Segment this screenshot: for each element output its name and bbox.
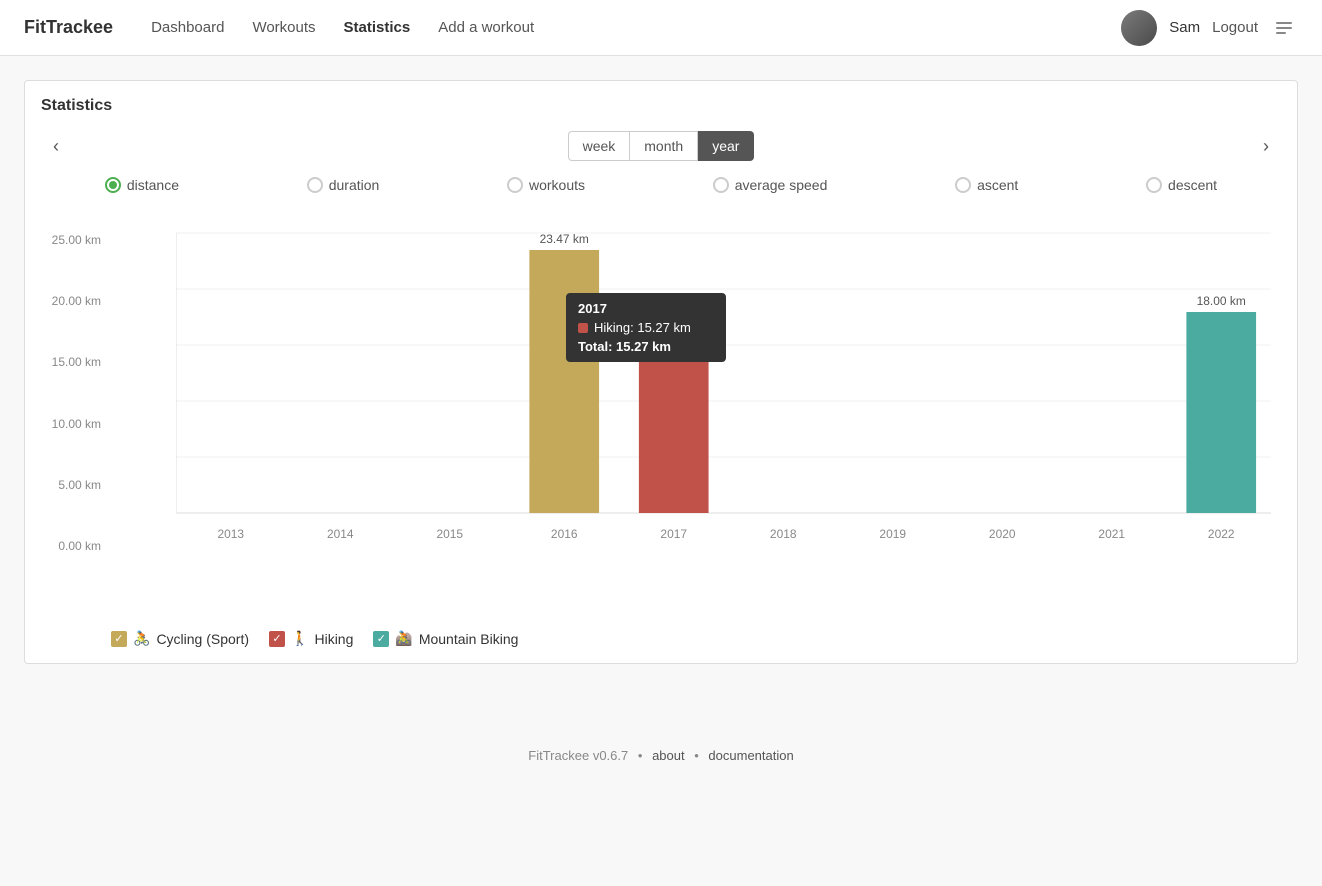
legend-mountain-biking[interactable]: ✓ 🚵 Mountain Biking: [373, 630, 518, 647]
svg-text:2020: 2020: [989, 527, 1016, 541]
svg-text:2022: 2022: [1208, 527, 1235, 541]
stat-distance-label: distance: [127, 177, 179, 193]
stat-ascent[interactable]: ascent: [955, 177, 1018, 193]
y-label-10: 10.00 km: [41, 417, 101, 431]
stat-workouts-label: workouts: [529, 177, 585, 193]
stat-average-speed-label: average speed: [735, 177, 828, 193]
y-label-15: 15.00 km: [41, 355, 101, 369]
svg-text:18.00 km: 18.00 km: [1197, 294, 1246, 308]
checkmark-hiking: ✓: [272, 632, 281, 645]
footer-about[interactable]: about: [652, 748, 685, 763]
stat-duration[interactable]: duration: [307, 177, 380, 193]
statistics-card: Statistics ‹ week month year › distance …: [24, 80, 1298, 664]
month-button[interactable]: month: [629, 131, 698, 161]
radio-average-speed: [713, 177, 729, 193]
brand-logo: FitTrackee: [24, 17, 113, 38]
legend-cycling-label: Cycling (Sport): [156, 631, 249, 647]
stat-type-row: distance duration workouts average speed…: [41, 177, 1281, 193]
stat-ascent-label: ascent: [977, 177, 1018, 193]
legend-hiking[interactable]: ✓ 🚶 Hiking: [269, 630, 353, 647]
chart-container: 23.47 km 15.27 km 18.00 km 2013 2014 201…: [176, 213, 1271, 588]
footer-documentation[interactable]: documentation: [708, 748, 793, 763]
radio-inner-distance: [109, 181, 117, 189]
footer-dot-2: •: [694, 748, 699, 763]
chart-tooltip: 2017 Hiking: 15.27 km Total: 15.27 km: [566, 293, 726, 362]
next-arrow[interactable]: ›: [1251, 132, 1281, 161]
stat-descent[interactable]: descent: [1146, 177, 1217, 193]
footer-version: v0.6.7: [593, 748, 628, 763]
chart-area: 0.00 km 5.00 km 10.00 km 15.00 km 20.00 …: [41, 213, 1281, 618]
legend-hiking-label: Hiking: [314, 631, 353, 647]
y-label-25: 25.00 km: [41, 233, 101, 247]
navbar: FitTrackee Dashboard Workouts Statistics…: [0, 0, 1322, 56]
nav-dashboard[interactable]: Dashboard: [137, 0, 238, 56]
footer-brand: FitTrackee: [528, 748, 589, 763]
svg-text:2016: 2016: [551, 527, 578, 541]
main-content: Statistics ‹ week month year › distance …: [0, 56, 1322, 688]
legend: ✓ 🚴 Cycling (Sport) ✓ 🚶 Hiking ✓ 🚵 Mount…: [41, 630, 1281, 647]
y-label-20: 20.00 km: [41, 294, 101, 308]
bar-2016[interactable]: [529, 250, 599, 513]
chart-svg: 23.47 km 15.27 km 18.00 km 2013 2014 201…: [176, 213, 1271, 583]
year-button[interactable]: year: [698, 131, 754, 161]
tooltip-total: Total: 15.27 km: [578, 339, 714, 354]
y-axis: 0.00 km 5.00 km 10.00 km 15.00 km 20.00 …: [41, 213, 106, 553]
avatar: [1121, 10, 1157, 46]
time-filter-row: ‹ week month year ›: [41, 131, 1281, 161]
legend-mountain-biking-emoji: 🚵: [395, 630, 412, 647]
tooltip-year: 2017: [578, 301, 714, 316]
bar-2022[interactable]: [1186, 312, 1256, 513]
nav-right: Sam Logout: [1121, 10, 1298, 46]
tooltip-sport-row: Hiking: 15.27 km: [578, 320, 714, 335]
week-button[interactable]: week: [568, 131, 630, 161]
stat-average-speed[interactable]: average speed: [713, 177, 828, 193]
card-title: Statistics: [41, 97, 1281, 115]
svg-text:2019: 2019: [879, 527, 906, 541]
y-label-0: 0.00 km: [41, 539, 101, 553]
legend-mountain-biking-label: Mountain Biking: [419, 631, 519, 647]
stat-descent-label: descent: [1168, 177, 1217, 193]
svg-text:2018: 2018: [770, 527, 797, 541]
nav-workouts[interactable]: Workouts: [238, 0, 329, 56]
tooltip-swatch: [578, 323, 588, 333]
logout-button[interactable]: Logout: [1212, 19, 1258, 36]
radio-workouts: [507, 177, 523, 193]
legend-hiking-emoji: 🚶: [291, 630, 308, 647]
svg-text:2017: 2017: [660, 527, 687, 541]
avatar-image: [1121, 10, 1157, 46]
bar-2017[interactable]: [639, 342, 709, 513]
legend-check-cycling: ✓: [111, 631, 127, 647]
legend-check-mountain-biking: ✓: [373, 631, 389, 647]
stat-duration-label: duration: [329, 177, 380, 193]
footer-dot-1: •: [638, 748, 643, 763]
y-label-5: 5.00 km: [41, 478, 101, 492]
stat-distance[interactable]: distance: [105, 177, 179, 193]
svg-text:2014: 2014: [327, 527, 354, 541]
nav-extra-icon: [1270, 14, 1298, 42]
legend-cycling[interactable]: ✓ 🚴 Cycling (Sport): [111, 630, 249, 647]
stat-workouts[interactable]: workouts: [507, 177, 585, 193]
radio-ascent: [955, 177, 971, 193]
radio-duration: [307, 177, 323, 193]
checkmark-cycling: ✓: [114, 632, 123, 645]
prev-arrow[interactable]: ‹: [41, 132, 71, 161]
tooltip-sport: Hiking: 15.27 km: [594, 320, 691, 335]
nav-add-workout[interactable]: Add a workout: [424, 0, 548, 56]
svg-text:2021: 2021: [1098, 527, 1125, 541]
legend-check-hiking: ✓: [269, 631, 285, 647]
svg-text:2015: 2015: [436, 527, 463, 541]
footer: FitTrackee v0.6.7 • about • documentatio…: [0, 728, 1322, 783]
radio-distance: [105, 177, 121, 193]
svg-text:23.47 km: 23.47 km: [540, 232, 589, 246]
time-buttons: week month year: [568, 131, 755, 161]
nav-statistics[interactable]: Statistics: [330, 0, 425, 56]
nav-links: Dashboard Workouts Statistics Add a work…: [137, 0, 1121, 56]
checkmark-mountain-biking: ✓: [377, 632, 386, 645]
legend-cycling-emoji: 🚴: [133, 630, 150, 647]
svg-text:2013: 2013: [217, 527, 244, 541]
radio-descent: [1146, 177, 1162, 193]
nav-username: Sam: [1169, 19, 1200, 36]
